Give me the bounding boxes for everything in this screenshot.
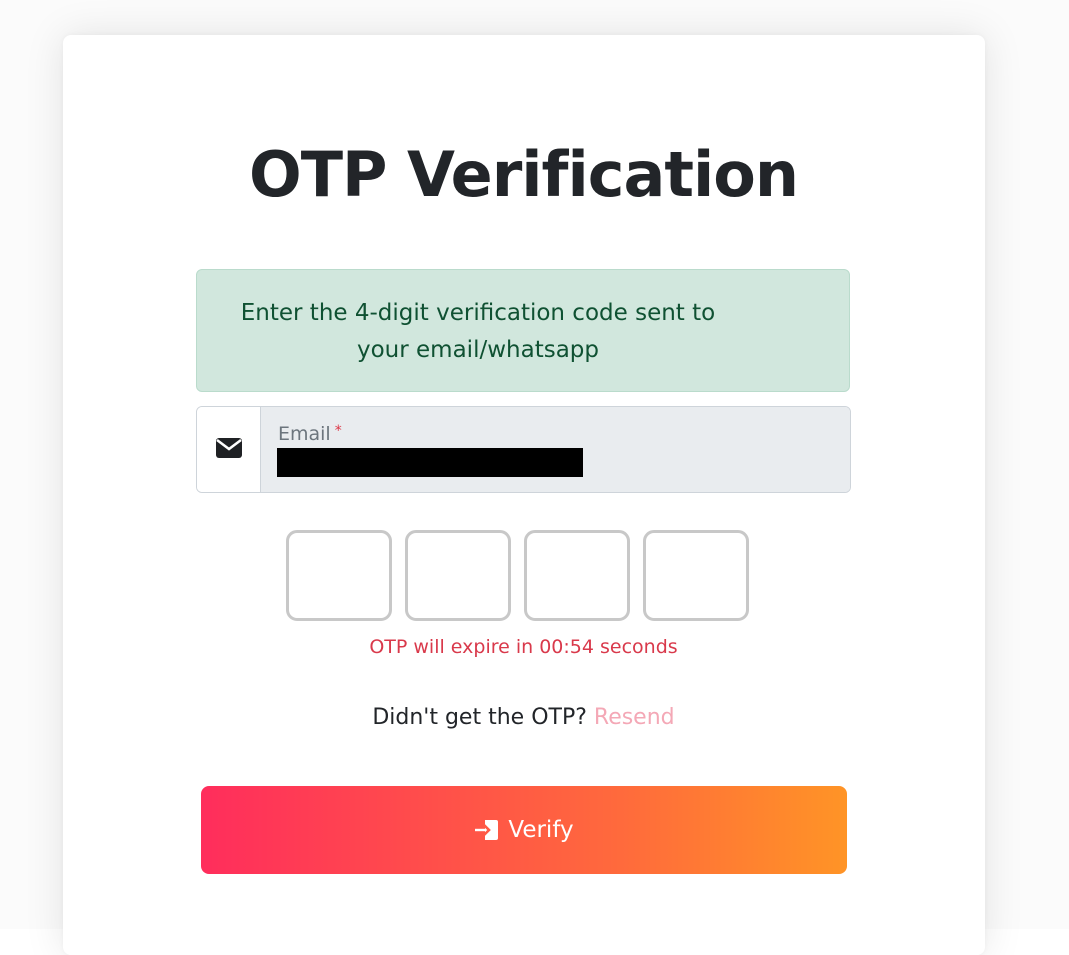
email-field[interactable]: Email *: [261, 407, 850, 492]
info-message-line-1: Enter the 4-digit verification code sent…: [240, 300, 716, 326]
email-input-group: Email *: [196, 406, 851, 493]
info-message-line-2: your email/whatsapp: [357, 337, 599, 363]
page-title: OTP Verification: [249, 138, 799, 211]
otp-digit-3[interactable]: [524, 530, 630, 621]
resend-prompt-text: Didn't get the OTP?: [372, 705, 587, 730]
email-value-redacted: [277, 448, 583, 477]
otp-digit-1[interactable]: [286, 530, 392, 621]
resend-prompt: Didn't get the OTP? Resend: [0, 705, 1047, 730]
required-asterisk: *: [334, 423, 342, 439]
envelope-icon: [215, 437, 243, 463]
email-label-text: Email: [278, 423, 331, 445]
verify-button[interactable]: Verify: [201, 786, 847, 874]
email-field-label: Email *: [278, 423, 342, 445]
otp-digit-4[interactable]: [643, 530, 749, 621]
info-alert: Enter the 4-digit verification code sent…: [196, 269, 850, 392]
otp-digit-2[interactable]: [405, 530, 511, 621]
email-icon-addon: [197, 407, 261, 492]
otp-expiry-timer: OTP will expire in 00:54 seconds: [369, 636, 678, 658]
otp-inputs: [286, 530, 749, 621]
sign-in-icon: [474, 818, 500, 842]
verify-button-label: Verify: [508, 817, 574, 843]
resend-link[interactable]: Resend: [594, 705, 675, 730]
